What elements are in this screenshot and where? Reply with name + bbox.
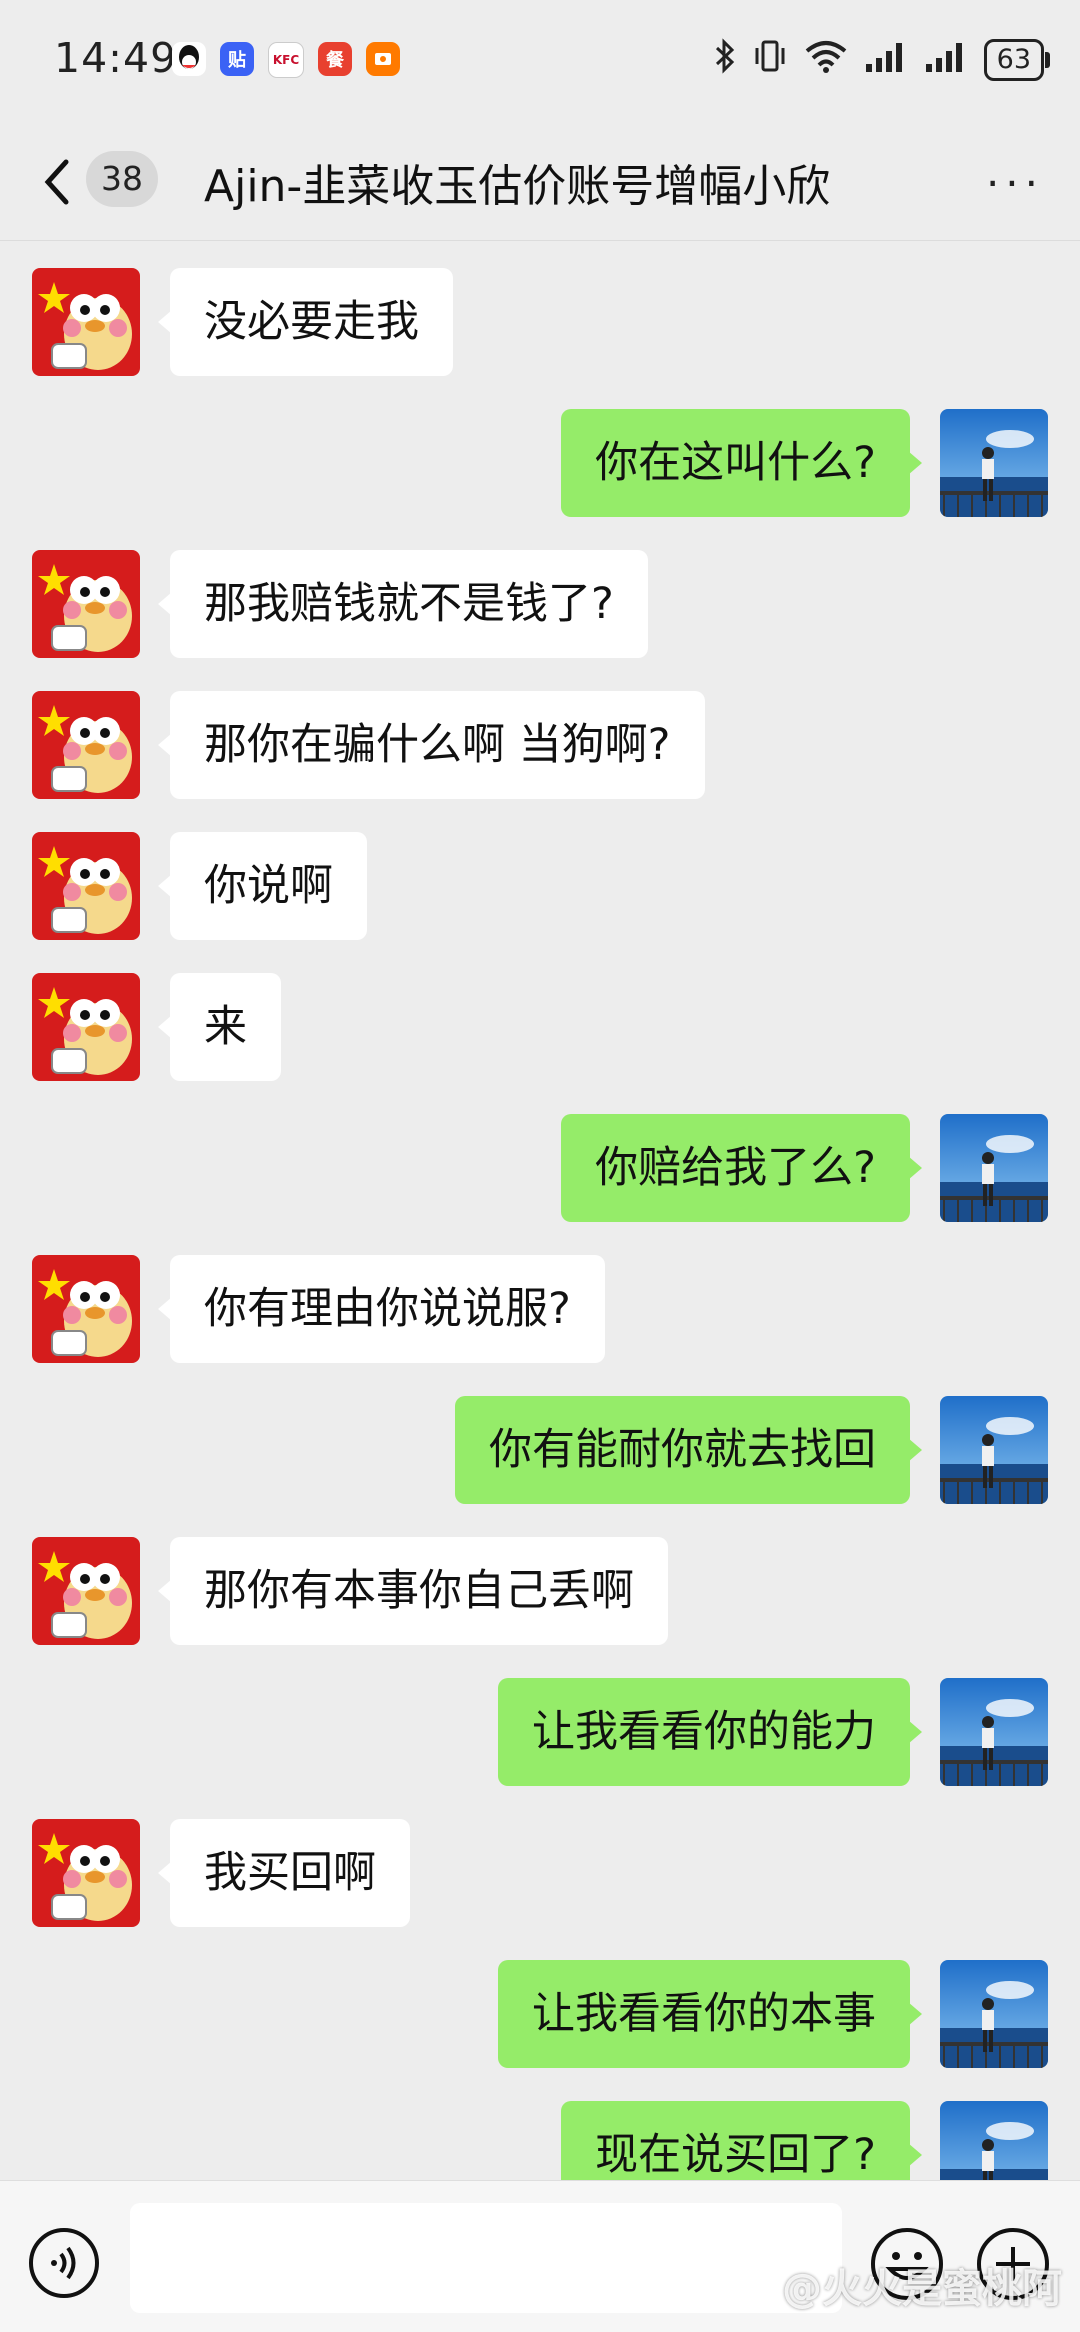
my-avatar[interactable] [940, 1114, 1048, 1222]
incoming-message-bubble[interactable]: 那你有本事你自己丢啊 [158, 1537, 668, 1645]
incoming-message-bubble[interactable]: 你有理由你说说服? [158, 1255, 605, 1363]
my-avatar[interactable] [940, 2101, 1048, 2180]
incoming-message-bubble[interactable]: 那我赔钱就不是钱了? [158, 550, 648, 658]
voice-button[interactable] [28, 2227, 100, 2299]
incoming-message-bubble[interactable]: 你说啊 [158, 832, 367, 940]
outgoing-message-bubble[interactable]: 你赔给我了么? [561, 1114, 922, 1222]
message-row: 我买回啊 [0, 1819, 1080, 1929]
contact-avatar[interactable] [32, 691, 140, 799]
message-list[interactable]: 没必要走我 你在这叫什么? 那我赔钱就不是钱了? 那你在骗什么啊 当狗啊? 你说啊来你赔… [0, 240, 1080, 2180]
message-row: 你有能耐你就去找回 [0, 1396, 1080, 1506]
voice-icon [29, 2228, 99, 2298]
incoming-message-bubble[interactable]: 那你在骗什么啊 当狗啊? [158, 691, 705, 799]
contact-avatar[interactable] [32, 1819, 140, 1927]
contact-avatar[interactable] [32, 550, 140, 658]
message-row: 你赔给我了么? [0, 1114, 1080, 1224]
vibrate-icon [752, 38, 788, 82]
back-button[interactable] [38, 152, 78, 212]
tieba-icon: 贴 [220, 42, 254, 76]
contact-avatar[interactable] [32, 832, 140, 940]
message-row: 那你在骗什么啊 当狗啊? [0, 691, 1080, 801]
message-input[interactable] [130, 2203, 842, 2313]
more-options-button[interactable]: ··· [986, 163, 1044, 205]
incoming-message-bubble[interactable]: 没必要走我 [158, 268, 453, 376]
wifi-icon [804, 38, 848, 82]
orange-app-icon [366, 42, 400, 76]
outgoing-message-bubble[interactable]: 你有能耐你就去找回 [455, 1396, 922, 1504]
food-app-icon: 餐 [318, 42, 352, 76]
chat-header: 38 Ajin-韭菜收玉估价账号增幅小欣 ··· [0, 124, 1080, 241]
kfc-icon: KFC [268, 42, 304, 78]
outgoing-message-bubble[interactable]: 现在说买回了? [561, 2101, 922, 2180]
notification-icons: 贴 KFC 餐 [172, 42, 400, 78]
message-row: 那我赔钱就不是钱了? [0, 550, 1080, 660]
signal-icon-2 [924, 38, 968, 82]
contact-avatar[interactable] [32, 1537, 140, 1645]
more-icon: ··· [985, 159, 1044, 208]
message-row: 现在说买回了? [0, 2101, 1080, 2180]
message-row: 来 [0, 973, 1080, 1083]
bluetooth-icon [714, 38, 736, 82]
status-time: 14:49 [54, 34, 178, 82]
outgoing-message-bubble[interactable]: 你在这叫什么? [561, 409, 922, 517]
chat-title: Ajin-韭菜收玉估价账号增幅小欣 [204, 161, 831, 212]
my-avatar[interactable] [940, 409, 1048, 517]
my-avatar[interactable] [940, 1960, 1048, 2068]
unread-count-badge[interactable]: 38 [86, 151, 158, 207]
message-row: 让我看看你的本事 [0, 1960, 1080, 2070]
message-row: 你说啊 [0, 832, 1080, 942]
message-row: 你有理由你说说服? [0, 1255, 1080, 1365]
message-row: 让我看看你的能力 [0, 1678, 1080, 1788]
status-bar: 14:49 贴 KFC 餐 63 [0, 0, 1080, 124]
input-bar: @火火是蜜桃阿 [0, 2180, 1080, 2332]
contact-avatar[interactable] [32, 268, 140, 376]
contact-avatar[interactable] [32, 1255, 140, 1363]
outgoing-message-bubble[interactable]: 让我看看你的本事 [498, 1960, 922, 2068]
battery-indicator: 63 [983, 39, 1051, 81]
system-icons: 63 [714, 38, 1051, 82]
outgoing-message-bubble[interactable]: 让我看看你的能力 [498, 1678, 922, 1786]
message-row: 你在这叫什么? [0, 409, 1080, 519]
my-avatar[interactable] [940, 1396, 1048, 1504]
qq-icon [172, 42, 206, 76]
watermark: @火火是蜜桃阿 [782, 2266, 1062, 2312]
signal-icon-1 [864, 38, 908, 82]
contact-avatar[interactable] [32, 973, 140, 1081]
my-avatar[interactable] [940, 1678, 1048, 1786]
chevron-left-icon [44, 159, 69, 205]
message-row: 那你有本事你自己丢啊 [0, 1537, 1080, 1647]
message-row: 没必要走我 [0, 268, 1080, 378]
incoming-message-bubble[interactable]: 来 [158, 973, 281, 1081]
incoming-message-bubble[interactable]: 我买回啊 [158, 1819, 410, 1927]
